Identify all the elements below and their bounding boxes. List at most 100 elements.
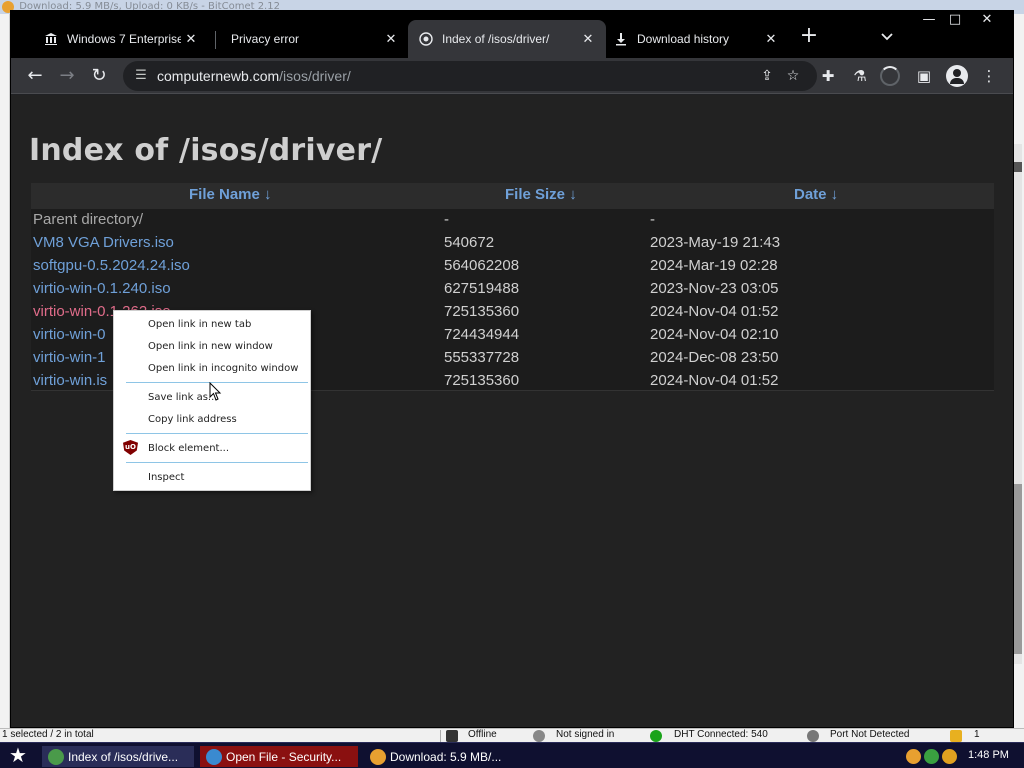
menu-copy-link-address[interactable]: Copy link address: [114, 410, 310, 430]
account-icon: [533, 730, 545, 742]
table-row: VM8 VGA Drivers.iso 540672 2023-May-19 2…: [31, 232, 994, 255]
taskbar-button-label: Open File - Security...: [226, 749, 342, 764]
background-scrollbar-arrow[interactable]: [1014, 162, 1022, 172]
file-date: 2023-Nov-23 03:05: [650, 280, 779, 297]
profile-avatar-icon[interactable]: [946, 65, 968, 87]
account-status[interactable]: Not signed in: [556, 729, 614, 740]
network-icon: [446, 730, 458, 742]
menu-open-new-tab[interactable]: Open link in new tab: [114, 315, 310, 335]
extensions-puzzle-icon[interactable]: ✚: [816, 64, 840, 88]
tab-label: Index of /isos/driver/: [442, 32, 550, 46]
chrome-icon: [48, 748, 64, 765]
menu-block-element-label: Block element...: [148, 443, 229, 454]
tab-index-isos-driver[interactable]: Index of /isos/driver/ ✕: [408, 20, 606, 58]
menu-block-element[interactable]: uO Block element...: [114, 439, 310, 459]
menu-separator: [126, 462, 308, 463]
alert-bell-icon[interactable]: [950, 730, 962, 742]
table-row: Parent directory/ - -: [31, 209, 994, 232]
alert-count: 1: [974, 729, 980, 740]
taskbar-button-label: Download: 5.9 MB/...: [390, 749, 502, 764]
file-date: 2024-Nov-04 02:10: [650, 326, 779, 343]
mouse-cursor-icon: [209, 382, 222, 401]
back-arrow-icon[interactable]: ←: [21, 62, 49, 90]
labs-flask-icon[interactable]: ⚗: [848, 64, 872, 88]
browser-toolbar: ← → ↻ ☰ computernewb.com/isos/driver/ ⇪ …: [11, 58, 1013, 94]
bookmark-star-icon[interactable]: ☆: [783, 66, 803, 86]
file-size: 627519488: [444, 280, 520, 297]
page-title: Index of /isos/driver/: [29, 133, 383, 168]
file-link[interactable]: virtio-win-1: [33, 349, 106, 366]
tray-network-icon[interactable]: [924, 749, 939, 764]
taskbar: ★ Index of /isos/drive... Open File - Se…: [0, 742, 1024, 768]
file-date: 2024-Nov-04 01:52: [650, 303, 779, 320]
bitcomet-icon: [370, 748, 386, 765]
menu-open-new-window[interactable]: Open link in new window: [114, 337, 310, 357]
taskbar-button-browser[interactable]: Index of /isos/drive...: [42, 746, 194, 767]
menu-inspect[interactable]: Inspect: [114, 468, 310, 488]
download-icon: [613, 31, 629, 47]
status-separator: [440, 730, 441, 742]
file-size: 540672: [444, 234, 495, 251]
file-link[interactable]: softgpu-0.5.2024.24.iso: [33, 257, 190, 274]
file-date: 2024-Mar-19 02:28: [650, 257, 778, 274]
start-menu-star-icon[interactable]: ★: [6, 745, 30, 767]
column-date[interactable]: Date ↓: [794, 186, 838, 203]
reload-icon[interactable]: ↻: [85, 62, 113, 90]
url-path: /isos/driver/: [279, 68, 351, 84]
file-date: -: [650, 211, 655, 228]
site-info-icon[interactable]: ☰: [133, 68, 149, 84]
column-file-size[interactable]: File Size ↓: [505, 186, 577, 203]
menu-separator: [126, 433, 308, 434]
taskbar-button-bitcomet[interactable]: Download: 5.9 MB/...: [364, 746, 514, 767]
kebab-menu-icon[interactable]: ⋮: [977, 64, 1001, 88]
ublock-origin-icon: uO: [123, 440, 138, 455]
close-icon[interactable]: ✕: [181, 29, 201, 49]
close-icon[interactable]: ✕: [381, 29, 401, 49]
file-date: 2024-Dec-08 23:50: [650, 349, 779, 366]
maximize-button[interactable]: □: [943, 11, 967, 31]
new-tab-button[interactable]: +: [797, 25, 821, 49]
forward-arrow-icon[interactable]: →: [53, 62, 81, 90]
dht-status: DHT Connected: 540: [674, 729, 768, 740]
file-link[interactable]: virtio-win-0.1.240.iso: [33, 280, 171, 297]
shield-icon: [206, 748, 222, 765]
side-panel-icon[interactable]: ▣: [912, 64, 936, 88]
address-bar[interactable]: ☰ computernewb.com/isos/driver/ ⇪ ☆: [123, 61, 817, 91]
file-date: 2023-May-19 21:43: [650, 234, 781, 251]
minimize-button[interactable]: —: [917, 11, 941, 31]
url-text[interactable]: computernewb.com/isos/driver/: [157, 68, 351, 84]
file-size: -: [444, 211, 449, 228]
tab-strip: Windows 7 Enterprise wit ✕ Privacy error…: [11, 11, 1013, 59]
file-link[interactable]: virtio-win-0: [33, 326, 106, 343]
close-icon[interactable]: ✕: [578, 29, 598, 49]
taskbar-button-security[interactable]: Open File - Security...: [200, 746, 358, 767]
menu-open-incognito[interactable]: Open link in incognito window: [114, 359, 310, 379]
file-size: 724434944: [444, 326, 520, 343]
file-link[interactable]: virtio-win.is: [33, 372, 107, 389]
tray-search-icon[interactable]: [942, 749, 957, 764]
dht-status-icon: [650, 730, 662, 742]
port-status-icon: [807, 730, 819, 742]
tab-privacy-error[interactable]: Privacy error ✕: [209, 20, 409, 58]
tab-label: Download history: [637, 32, 730, 46]
taskbar-clock[interactable]: 1:48 PM: [968, 749, 1009, 761]
table-row: softgpu-0.5.2024.24.iso 564062208 2024-M…: [31, 255, 994, 278]
tab-download-history[interactable]: Download history ✕: [599, 20, 789, 58]
tray-bitcomet-icon[interactable]: [906, 749, 921, 764]
library-icon: [43, 31, 59, 47]
background-scrollbar-thumb[interactable]: [1014, 484, 1022, 654]
close-window-button[interactable]: ✕: [975, 11, 999, 31]
close-icon[interactable]: ✕: [761, 29, 781, 49]
selection-status: 1 selected / 2 in total: [2, 729, 94, 740]
file-size: 555337728: [444, 349, 520, 366]
column-file-name[interactable]: File Name ↓: [189, 186, 272, 203]
blank-favicon: [217, 31, 223, 47]
file-link[interactable]: VM8 VGA Drivers.iso: [33, 234, 174, 251]
port-status: Port Not Detected: [830, 729, 910, 740]
file-size: 725135360: [444, 372, 520, 389]
file-date: 2024-Nov-04 01:52: [650, 372, 779, 389]
tab-windows7[interactable]: Windows 7 Enterprise wit ✕: [29, 20, 209, 58]
parent-directory-link[interactable]: Parent directory/: [33, 211, 143, 228]
tab-search-chevron-icon[interactable]: [875, 25, 899, 49]
share-icon[interactable]: ⇪: [757, 66, 777, 86]
